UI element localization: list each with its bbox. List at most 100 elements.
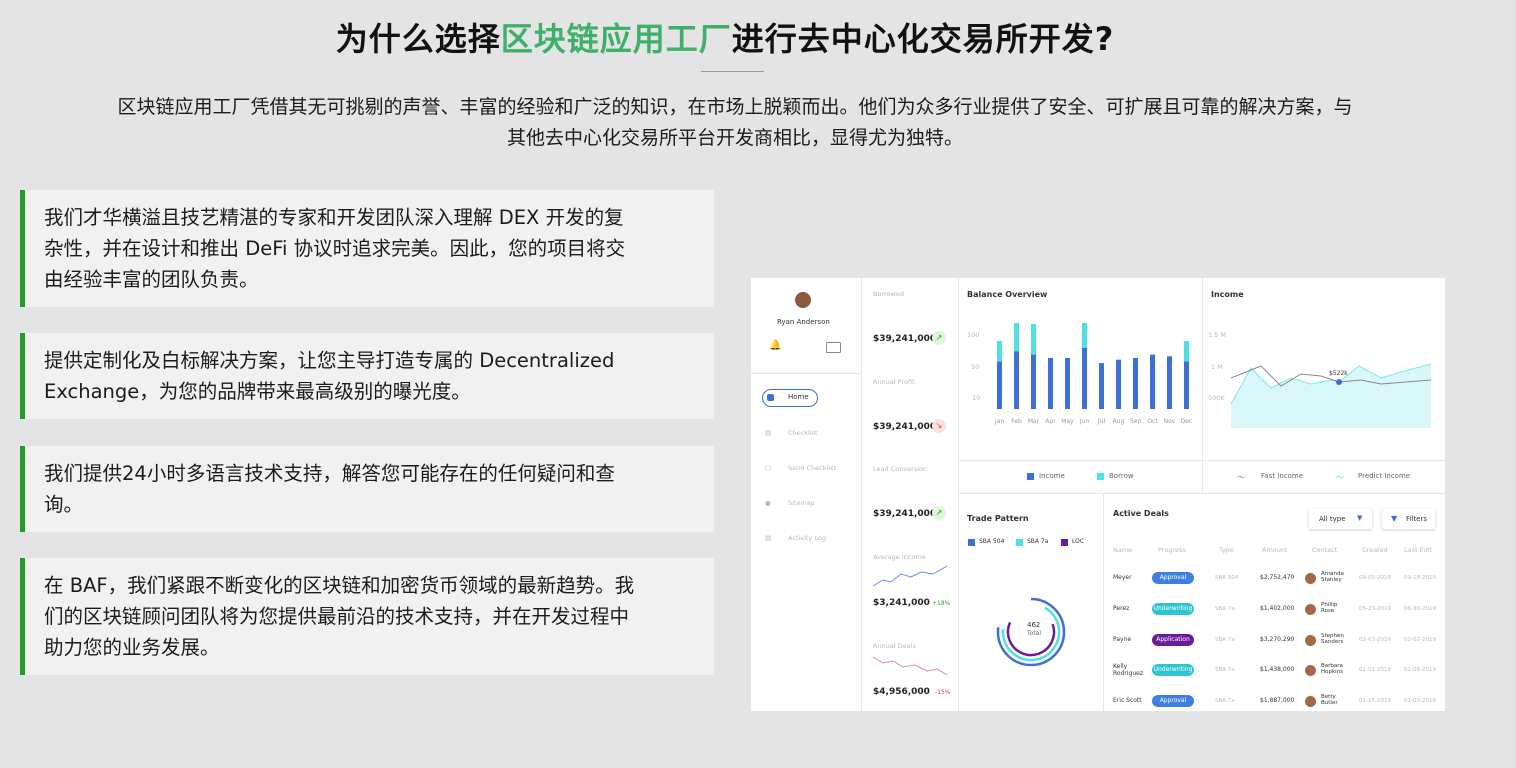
average-income-sparkline [872,565,948,587]
x-tick-label: Jan [994,418,1004,425]
title-divider [701,71,764,72]
nav-label: Home [788,393,809,401]
stat-value: $4,956,000 [873,687,930,697]
income-bar [1048,358,1053,409]
deal-name: Eric Scott [1113,697,1142,704]
income-bar [1099,363,1104,409]
stat-label: Lead Conversion [873,465,928,473]
send-icon: ▢ [765,464,772,472]
intro-paragraph: 区块链应用工厂凭借其无可挑剔的声誉、丰富的经验和广泛的知识，在市场上脱颖而出。他… [20,92,1450,154]
donut-total-label: Total [1027,630,1042,637]
stat-value: $39,241,000 [873,509,937,519]
stat-value: $39,241,000 [873,422,937,432]
deal-name: Kelly Rodriguez [1113,663,1143,677]
legend-label: Income [1039,472,1065,480]
legend-swatch [968,539,975,546]
deal-amount: $1,887,000 [1260,697,1295,704]
income-bar [1065,358,1070,409]
column-header: Name [1113,546,1133,554]
nav-sitemap[interactable]: Sitemap [788,499,815,507]
legend-line-icon: 〜 [1237,473,1245,482]
x-tick-label: Oct [1147,418,1158,425]
deal-type: SBA 7a [1215,606,1235,612]
bell-icon[interactable]: 🔔 [769,340,781,351]
x-tick-label: Jun [1079,418,1090,425]
deal-amount: $3,270,290 [1260,636,1295,643]
income-bar [1184,361,1189,409]
income-bar [1082,347,1087,409]
legend-label: Borrow [1109,472,1134,480]
x-tick-label: May [1061,418,1074,425]
deal-amount: $2,752,470 [1260,574,1295,581]
user-name: Ryan Anderson [777,318,830,326]
select-value: All type [1319,515,1346,523]
card-line: 在 BAF，我们紧跟不断变化的区块链和加密货币领域的最新趋势。我 [44,574,635,597]
stat-label: Annual Deals [873,642,916,650]
type-filter-select[interactable]: All type ▼ [1309,509,1372,529]
avatar [1305,604,1316,615]
nav-send-checklist[interactable]: Send Checklist [788,464,836,472]
avatar [1305,573,1316,584]
deals-title: Active Deals [1113,509,1169,518]
feature-card-team: 我们才华横溢且技艺精湛的专家和开发团队深入理解 DEX 开发的复 杂性，并在设计… [20,190,714,307]
feature-card-trends: 在 BAF，我们紧跟不断变化的区块链和加密货币领域的最新趋势。我 们的区块链顾问… [20,558,714,675]
column-header: Last Edit [1404,546,1433,554]
deal-created: 05-23-2019 [1359,606,1391,612]
x-tick-label: Mar [1028,418,1040,425]
card-line: 提供定制化及白标解决方案，让您主导打造专属的 Decentralized [44,349,615,372]
income-bar [1116,359,1121,409]
y-tick: 10 [972,394,981,402]
deal-contact: Barbara Hopkins [1321,663,1344,675]
y-tick: 500K [1208,394,1225,402]
deal-edit: 02-02-2019 [1404,637,1436,643]
deal-name: Meyer [1113,574,1132,581]
mail-icon[interactable] [826,342,841,353]
borrow-bar [1082,323,1087,348]
page-title: 为什么选择区块链应用工厂进行去中心化交易所开发? [0,14,1450,60]
legend-label: SBA 504 [979,538,1005,545]
y-tick: 1 M [1211,363,1223,371]
filters-label: Filters [1406,515,1427,523]
card-line: 询。 [44,493,84,516]
income-bar [1167,356,1172,409]
borrow-bar [1014,323,1019,352]
y-tick: 50 [971,363,980,371]
activity-icon: ▤ [765,534,772,542]
legend-line-icon: 〜 [1336,473,1344,482]
filters-button[interactable]: ▼ Filters [1382,509,1435,529]
avatar [1305,696,1316,707]
checklist-icon: ▤ [765,429,772,437]
annual-deals-sparkline [872,656,948,676]
deal-contact: Stephen Sanders [1321,633,1344,645]
donut-total-value: 462 [1027,621,1041,629]
x-tick-label: Dec [1181,418,1193,425]
deal-created: 09-05-2019 [1359,575,1391,581]
x-tick-label: Aug [1113,418,1125,425]
column-header: Contact [1312,546,1338,554]
card-line: 杂性，并在设计和推出 DeFi 协议时追求完美。因此，您的项目将交 [44,237,626,260]
stat-delta: -15% [935,689,951,696]
legend-label: Predict Income [1358,472,1411,480]
nav-activity-log[interactable]: Activity Log [788,534,826,542]
y-tick: 100 [967,331,980,339]
card-line: Exchange，为您的品牌带来最高级别的曝光度。 [44,380,471,403]
deal-edit: 09-18-2019 [1404,575,1436,581]
avatar [795,292,811,308]
deal-type: SBA 504 [1215,575,1239,581]
title-suffix: 进行去中心化交易所开发? [731,20,1115,58]
income-bar [1133,358,1138,409]
deal-type: SBA 7a [1215,637,1235,643]
deal-created: 01-01-2019 [1359,667,1391,673]
deal-edit: 06-30-2019 [1404,606,1436,612]
nav-checklist[interactable]: Checklist [788,429,818,437]
deal-contact: Amanda Stanley [1321,571,1344,583]
legend-swatch [1016,539,1023,546]
intro-line: 其他去中心化交易所平台开发商相比，显得尤为独特。 [506,127,963,149]
stat-delta: +18% [932,600,951,607]
deal-name: Payne [1113,636,1132,643]
avatar [1305,665,1316,676]
nav-home[interactable]: Home [762,389,818,407]
avatar [1305,635,1316,646]
home-icon [767,394,774,401]
income-bar [997,361,1002,409]
